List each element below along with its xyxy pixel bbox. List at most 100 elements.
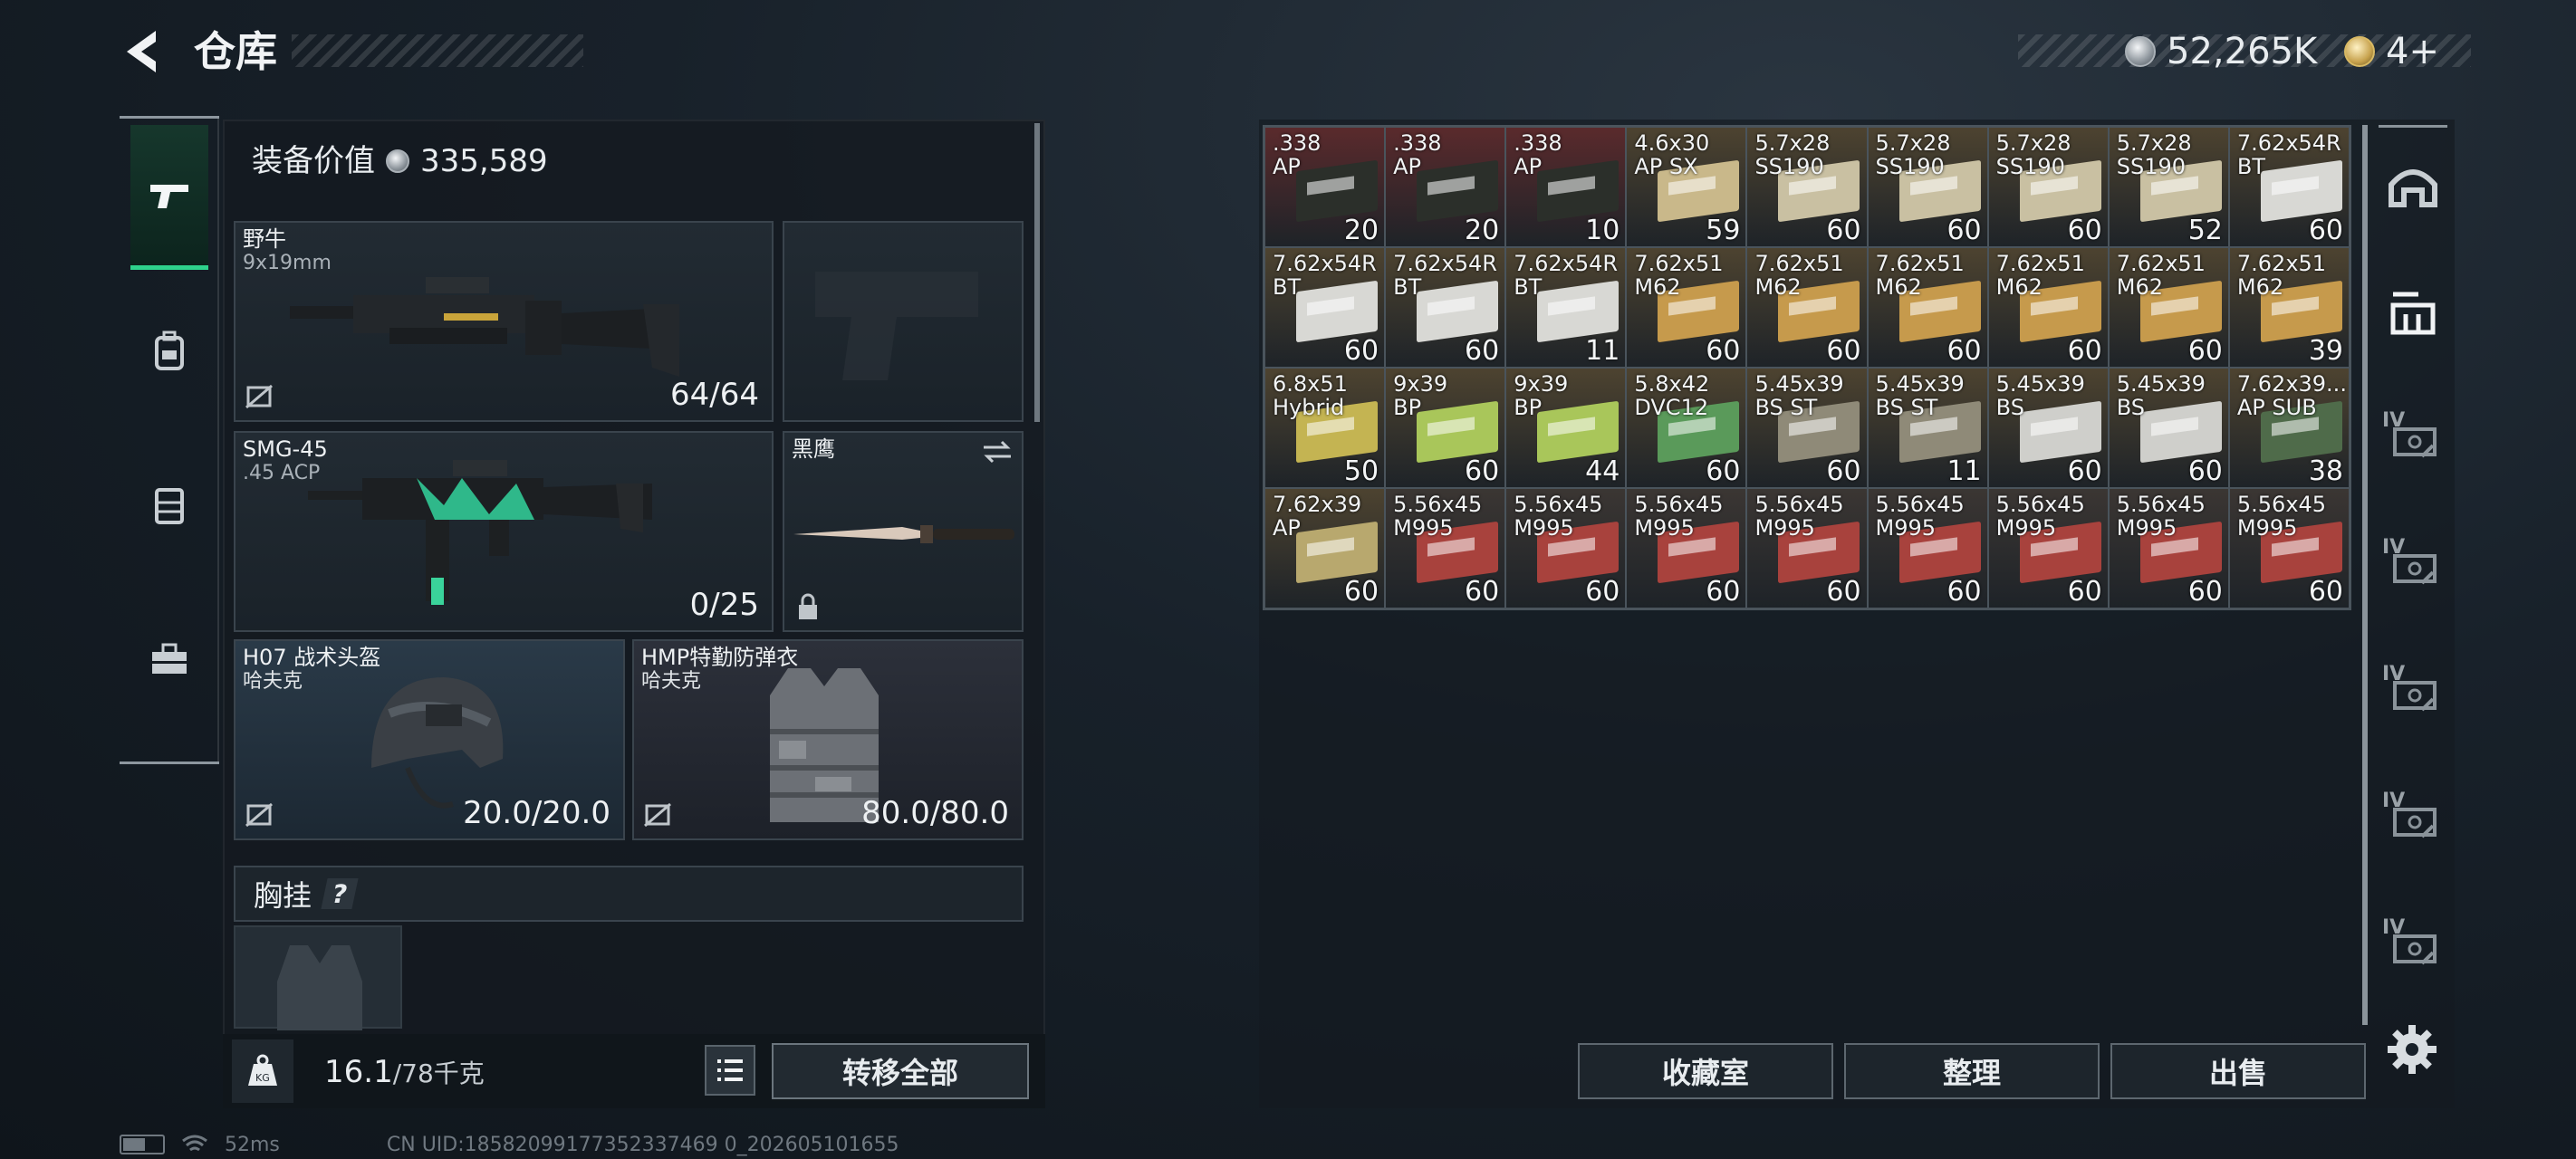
tab-weapons[interactable] (130, 125, 208, 270)
tab-toolbox[interactable] (130, 596, 208, 723)
vest-icon (155, 488, 184, 524)
stash-tab-4[interactable]: IV (2379, 525, 2447, 607)
item-caliber: 5.56x45 (2116, 492, 2206, 517)
item-count: 52 (2187, 215, 2223, 246)
silver-amount: 52,265K (2167, 31, 2318, 72)
stash-item[interactable]: 7.62x51 M62 60 (1987, 247, 2109, 368)
item-type: AP (1273, 515, 1301, 541)
stash-item[interactable]: 5.56x45 M995 60 (1505, 488, 1627, 608)
stash-tab-6[interactable]: IV (2379, 779, 2447, 860)
item-type: M995 (2116, 515, 2177, 541)
item-type: M62 (1634, 274, 1681, 300)
helmet-brand: 哈夫克 (243, 670, 303, 693)
item-caliber: 4.6x30 (1634, 130, 1710, 156)
stash-item[interactable]: 5.56x45 M995 60 (1987, 488, 2109, 608)
stash-item[interactable]: .338 AP 20 (1264, 127, 1386, 247)
stash-item[interactable]: 7.62x51 M62 39 (2228, 247, 2350, 368)
primary-weapon-slot[interactable]: 野牛 9x19mm 64/64 (234, 221, 774, 422)
stash-item[interactable]: 5.56x45 M995 60 (2108, 488, 2229, 608)
stash-item[interactable]: 5.7x28 SS190 60 (1867, 127, 1988, 247)
help-icon[interactable]: ? (321, 878, 359, 909)
stash-tab-1[interactable] (2379, 145, 2447, 226)
stash-item[interactable]: 5.45x39 BS ST 11 (1867, 368, 1988, 488)
stash-item[interactable]: 5.45x39 BS 60 (2108, 368, 2229, 488)
stash-item[interactable]: 5.7x28 SS190 60 (1746, 127, 1868, 247)
stash-item[interactable]: 5.56x45 M995 60 (1867, 488, 1988, 608)
back-arrow-icon[interactable] (120, 25, 165, 78)
stash-item[interactable]: 7.62x51 M62 60 (2108, 247, 2229, 368)
loadout-scrollbar[interactable] (1034, 123, 1040, 422)
item-count: 11 (1946, 455, 1982, 487)
item-count: 59 (1706, 215, 1741, 246)
chest-rig-slot[interactable] (234, 925, 402, 1030)
tier-label: IV (2382, 916, 2406, 939)
stash-tab-3[interactable]: IV (2379, 398, 2447, 480)
gold-currency[interactable]: 4+ (2344, 25, 2439, 78)
melee-slot[interactable]: 黑鹰 (783, 431, 1024, 632)
stash-item[interactable]: 7.62x51 M62 60 (1626, 247, 1747, 368)
tab-backpack[interactable] (130, 288, 208, 415)
toolbox-icon (152, 643, 187, 674)
stash-item[interactable]: 5.7x28 SS190 52 (2108, 127, 2229, 247)
stash-item[interactable]: 5.8x42 DVC12 60 (1626, 368, 1747, 488)
armor-slot[interactable]: HMP特勤防弹衣 哈夫克 80.0/80.0 (632, 639, 1024, 840)
settings-gear-icon[interactable] (2384, 1021, 2440, 1078)
stash-item[interactable]: 7.62x51 M62 60 (1746, 247, 1868, 368)
item-caliber: 5.45x39 (1754, 371, 1844, 397)
carry-weight: 16.1/78千克 (324, 1049, 485, 1097)
item-caliber: 7.62x51 (1995, 251, 2085, 276)
stash-item[interactable]: .338 AP 20 (1385, 127, 1506, 247)
stash-tab-5[interactable]: IV (2379, 652, 2447, 733)
collection-button[interactable]: 收藏室 (1578, 1043, 1833, 1099)
secondary-weapon-slot[interactable]: SMG-45 .45 ACP 0/25 (234, 431, 774, 632)
stash-tab-7[interactable]: IV (2379, 905, 2447, 987)
stash-item[interactable]: 9x39 BP 60 (1385, 368, 1506, 488)
item-caliber: 5.7x28 (1875, 130, 1951, 156)
transfer-all-button[interactable]: 转移全部 (772, 1043, 1029, 1099)
no-insure-icon (644, 802, 671, 828)
item-count: 20 (1343, 215, 1379, 246)
stash-item[interactable]: 5.56x45 M995 60 (2228, 488, 2350, 608)
sort-button[interactable]: 整理 (1844, 1043, 2100, 1099)
item-type: AP (1514, 154, 1543, 179)
stash-item[interactable]: 7.62x54R BT 60 (1264, 247, 1386, 368)
stash-item[interactable]: 9x39 BP 44 (1505, 368, 1627, 488)
stash-item[interactable]: 7.62x51 M62 60 (1867, 247, 1988, 368)
helmet-slot[interactable]: H07 战术头盔 哈夫克 20.0/20.0 (234, 639, 625, 840)
stash-scrollbar[interactable] (2362, 125, 2368, 1025)
stash-item[interactable]: 7.62x39... AP SUB 38 (2228, 368, 2350, 488)
stash-tab-2[interactable] (2379, 272, 2447, 353)
swap-icon[interactable] (980, 438, 1014, 465)
stash-item[interactable]: 5.45x39 BS 60 (1987, 368, 2109, 488)
primary-weapon-ammo-count: 64/64 (670, 377, 759, 413)
stash-item[interactable]: 6.8x51 Hybrid 50 (1264, 368, 1386, 488)
stash-item[interactable]: .338 AP 10 (1505, 127, 1627, 247)
item-count: 60 (1706, 335, 1741, 367)
item-type: BS ST (1875, 395, 1938, 420)
item-count: 60 (2308, 215, 2343, 246)
primary-weapon-name: 野牛 (243, 226, 286, 252)
item-count: 60 (2067, 335, 2102, 367)
stash-item[interactable]: 7.62x54R BT 60 (1385, 247, 1506, 368)
stash-item[interactable]: 4.6x30 AP SX 59 (1626, 127, 1747, 247)
bison-smg-image (290, 277, 679, 377)
stash-item[interactable]: 5.45x39 BS ST 60 (1746, 368, 1868, 488)
ammo-box-icon (1537, 159, 1620, 223)
item-caliber: 6.8x51 (1273, 371, 1348, 397)
chest-rig-label: 胸挂 (254, 878, 312, 913)
stash-item[interactable]: 5.56x45 M995 60 (1626, 488, 1747, 608)
sell-button[interactable]: 出售 (2110, 1043, 2366, 1099)
stash-item[interactable]: 7.62x54R BT 11 (1505, 247, 1627, 368)
stash-item[interactable]: 5.56x45 M995 60 (1746, 488, 1868, 608)
item-type: DVC12 (1634, 395, 1709, 420)
stash-item[interactable]: 7.62x54R BT 60 (2228, 127, 2350, 247)
tab-chest-rig[interactable] (130, 442, 208, 569)
stash-item[interactable]: 7.62x39 AP 60 (1264, 488, 1386, 608)
stash-item[interactable]: 5.56x45 M995 60 (1385, 488, 1506, 608)
item-caliber: 7.62x54R (1273, 251, 1377, 276)
pistol-slot[interactable] (783, 221, 1024, 422)
stash-item[interactable]: 5.7x28 SS190 60 (1987, 127, 2109, 247)
item-count: 60 (1946, 215, 1982, 246)
list-view-button[interactable] (705, 1045, 755, 1096)
helmet-durability: 20.0/20.0 (463, 795, 610, 831)
